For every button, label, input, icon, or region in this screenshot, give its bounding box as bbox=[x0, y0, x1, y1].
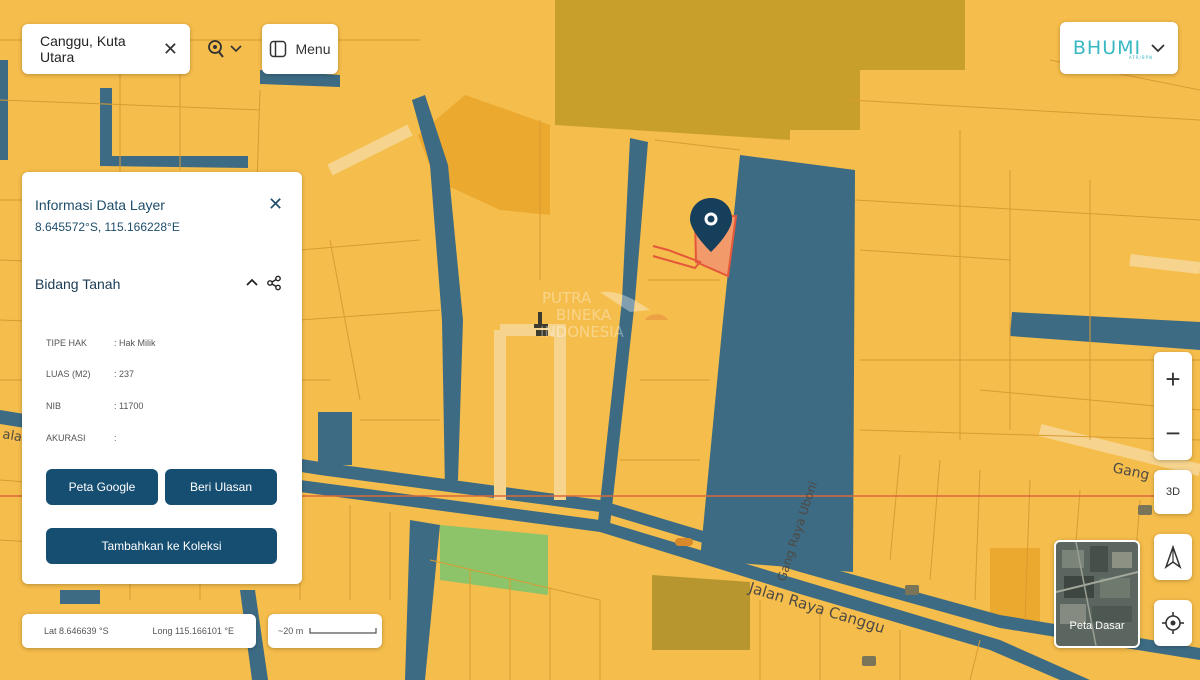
attribute-row: LUAS (M2): 237 bbox=[46, 369, 135, 379]
3d-toggle-button[interactable]: 3D bbox=[1154, 470, 1192, 514]
zoom-out-button[interactable]: − bbox=[1154, 406, 1192, 460]
close-icon[interactable]: ✕ bbox=[163, 39, 178, 60]
zoom-in-button[interactable]: + bbox=[1154, 352, 1192, 406]
basemap-switcher[interactable]: Peta Dasar bbox=[1054, 540, 1140, 648]
canal-left-edge bbox=[0, 60, 8, 160]
blue-block-left bbox=[318, 412, 352, 465]
svg-text:PUTRA: PUTRA bbox=[542, 289, 592, 307]
map-pin-search-icon bbox=[208, 40, 224, 58]
canal-bottom-left-2 bbox=[60, 590, 100, 604]
attribute-row: TIPE HAK: Hak Milik bbox=[46, 338, 156, 348]
search-box[interactable]: Canggu, Kuta Utara ✕ bbox=[22, 24, 190, 74]
svg-text:INDONESIA: INDONESIA bbox=[540, 323, 625, 341]
attribute-row: AKURASI: bbox=[46, 433, 117, 443]
brand-switcher[interactable]: BHUMI ATR/BPN bbox=[1060, 22, 1178, 74]
scale-label: ~20 m bbox=[278, 626, 304, 636]
svg-text:BINEKA: BINEKA bbox=[556, 306, 612, 324]
brand-logo: BHUMI ATR/BPN bbox=[1072, 37, 1154, 60]
close-icon[interactable]: ✕ bbox=[268, 194, 283, 215]
add-to-collection-button[interactable]: Tambahkan ke Koleksi bbox=[46, 528, 277, 564]
google-maps-button[interactable]: Peta Google bbox=[46, 469, 158, 505]
locate-me-button[interactable] bbox=[1154, 600, 1192, 646]
chevron-down-icon bbox=[230, 45, 242, 53]
info-panel: Informasi Data Layer 8.645572°S, 115.166… bbox=[22, 172, 302, 584]
section-title: Bidang Tanah bbox=[35, 276, 121, 292]
orange-parcel-2 bbox=[990, 548, 1040, 622]
longitude-readout: Long 115.166101 °E bbox=[152, 626, 235, 636]
location-search-toggle[interactable] bbox=[194, 24, 254, 74]
scale-ruler-icon bbox=[309, 628, 377, 634]
menu-label: Menu bbox=[295, 41, 331, 57]
zoom-controls: + − bbox=[1154, 352, 1192, 460]
chevron-down-icon bbox=[1151, 43, 1165, 52]
panel-coords: 8.645572°S, 115.166228°E bbox=[35, 220, 180, 234]
north-arrow-icon bbox=[1164, 545, 1182, 569]
poi-marker bbox=[675, 538, 693, 546]
compass-button[interactable] bbox=[1154, 534, 1192, 580]
scale-bar: ~20 m bbox=[268, 614, 382, 648]
crosshair-icon bbox=[1162, 612, 1184, 634]
review-button[interactable]: Beri Ulasan bbox=[165, 469, 277, 505]
sidebar-panel-icon bbox=[270, 40, 287, 58]
panel-title: Informasi Data Layer bbox=[35, 197, 165, 213]
olive-parcel-2 bbox=[652, 575, 750, 650]
basemap-label: Peta Dasar bbox=[1069, 620, 1125, 632]
chevron-up-icon[interactable] bbox=[244, 274, 260, 290]
attribute-row: NIB: 11700 bbox=[46, 401, 144, 411]
share-icon[interactable] bbox=[266, 275, 282, 291]
latitude-readout: Lat 8.646639 °S bbox=[43, 626, 109, 636]
menu-button[interactable]: Menu bbox=[262, 24, 338, 74]
search-query[interactable]: Canggu, Kuta Utara bbox=[40, 33, 163, 65]
cursor-coordinates: Lat 8.646639 °S Long 115.166101 °E bbox=[22, 614, 256, 648]
